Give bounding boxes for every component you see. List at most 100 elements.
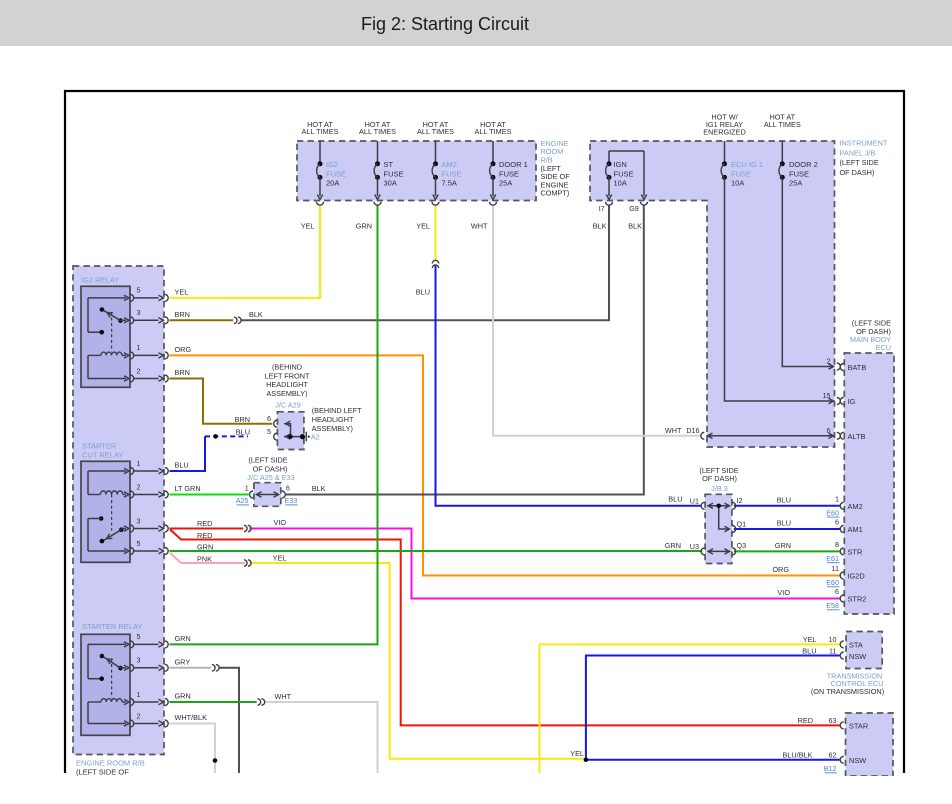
- svg-text:BLU: BLU: [802, 646, 816, 655]
- svg-text:STARTER RELAY: STARTER RELAY: [82, 622, 142, 631]
- svg-text:ALL TIMES: ALL TIMES: [417, 127, 454, 136]
- svg-text:5: 5: [137, 539, 141, 548]
- svg-text:LEFT FRONT: LEFT FRONT: [265, 371, 310, 380]
- svg-text:WHT/BLK: WHT/BLK: [175, 713, 208, 722]
- svg-text:GRN: GRN: [175, 692, 191, 701]
- svg-text:VIO: VIO: [274, 518, 287, 527]
- svg-text:5: 5: [137, 632, 141, 641]
- svg-text:63: 63: [829, 716, 837, 725]
- svg-text:OF DASH): OF DASH): [840, 168, 875, 177]
- svg-text:STA: STA: [849, 641, 863, 650]
- svg-text:1: 1: [835, 494, 839, 503]
- svg-text:10A: 10A: [731, 179, 744, 188]
- svg-text:62: 62: [829, 751, 837, 760]
- svg-text:BLU: BLU: [236, 428, 250, 437]
- svg-text:BLK: BLK: [628, 222, 642, 231]
- svg-text:ENGINE ROOM R/B: ENGINE ROOM R/B: [76, 759, 145, 768]
- svg-text:BLU: BLU: [175, 461, 189, 470]
- svg-text:I2: I2: [737, 496, 743, 505]
- svg-text:ALL TIMES: ALL TIMES: [475, 127, 512, 136]
- svg-text:6: 6: [835, 587, 839, 596]
- svg-text:GRN: GRN: [775, 541, 791, 550]
- svg-text:(LEFT SIDE OF: (LEFT SIDE OF: [76, 767, 129, 776]
- svg-text:PNK: PNK: [197, 554, 212, 563]
- svg-text:8: 8: [835, 540, 839, 549]
- svg-text:(ON TRANSMISSION): (ON TRANSMISSION): [811, 687, 884, 696]
- svg-text:BLK: BLK: [249, 310, 263, 319]
- svg-text:GRN: GRN: [356, 222, 372, 231]
- svg-text:STR2: STR2: [848, 595, 867, 604]
- svg-text:I7: I7: [599, 204, 605, 213]
- svg-text:2: 2: [827, 357, 831, 366]
- svg-text:10: 10: [829, 635, 837, 644]
- svg-text:IG2 RELAY: IG2 RELAY: [81, 276, 119, 285]
- svg-text:D16: D16: [686, 426, 699, 435]
- svg-text:7.5A: 7.5A: [442, 179, 457, 188]
- svg-text:BLU: BLU: [668, 495, 682, 504]
- svg-text:AM1: AM1: [848, 525, 863, 534]
- svg-text:Q3: Q3: [737, 541, 747, 550]
- svg-text:ECU: ECU: [876, 343, 891, 352]
- svg-text:IGN: IGN: [614, 160, 627, 169]
- svg-text:BRN: BRN: [175, 368, 190, 377]
- svg-text:G9: G9: [629, 204, 639, 213]
- svg-text:J/C A29: J/C A29: [275, 401, 301, 410]
- svg-text:COMPT): COMPT): [541, 189, 570, 198]
- svg-text:NSW: NSW: [849, 756, 866, 765]
- svg-text:GRY: GRY: [175, 657, 191, 666]
- svg-text:2: 2: [137, 711, 141, 720]
- svg-text:5: 5: [267, 427, 271, 436]
- svg-text:IG2D: IG2D: [848, 572, 865, 581]
- svg-text:WHT: WHT: [471, 222, 488, 231]
- svg-text:(LEFT SIDE: (LEFT SIDE: [248, 456, 287, 465]
- svg-text:RED: RED: [197, 519, 212, 528]
- svg-text:11: 11: [829, 646, 836, 655]
- svg-text:E60: E60: [826, 578, 839, 587]
- svg-text:3: 3: [137, 656, 141, 665]
- svg-text:6: 6: [827, 426, 831, 435]
- svg-text:IG: IG: [848, 397, 856, 406]
- svg-text:2: 2: [137, 366, 141, 375]
- svg-text:6: 6: [286, 484, 290, 493]
- svg-text:10A: 10A: [614, 179, 627, 188]
- svg-text:BRN: BRN: [235, 415, 250, 424]
- svg-text:E58: E58: [826, 601, 839, 610]
- svg-text:ST: ST: [384, 160, 394, 169]
- svg-text:15: 15: [823, 391, 831, 400]
- svg-text:FUSE: FUSE: [789, 170, 809, 179]
- svg-text:INSTRUMENT: INSTRUMENT: [840, 139, 888, 148]
- svg-text:(BEHIND LEFT: (BEHIND LEFT: [312, 406, 362, 415]
- svg-text:ENERGIZED: ENERGIZED: [703, 127, 746, 136]
- svg-text:A25: A25: [236, 496, 249, 505]
- svg-text:A2: A2: [311, 432, 320, 441]
- svg-text:AM2: AM2: [442, 160, 457, 169]
- svg-text:1: 1: [137, 343, 141, 352]
- svg-text:ORG: ORG: [175, 345, 192, 354]
- svg-text:25A: 25A: [499, 179, 512, 188]
- svg-text:BRN: BRN: [175, 310, 190, 319]
- svg-text:ALTB: ALTB: [848, 432, 866, 441]
- svg-text:ALL TIMES: ALL TIMES: [302, 127, 339, 136]
- svg-text:IG2: IG2: [326, 160, 338, 169]
- svg-text:ECU IG 1: ECU IG 1: [731, 160, 763, 169]
- svg-text:FUSE: FUSE: [731, 170, 751, 179]
- svg-text:2: 2: [137, 482, 141, 491]
- svg-text:DOOR 2: DOOR 2: [789, 160, 818, 169]
- svg-text:DOOR 1: DOOR 1: [499, 160, 528, 169]
- svg-text:J/B 3: J/B 3: [711, 484, 728, 493]
- svg-text:NSW: NSW: [849, 652, 866, 661]
- svg-text:ORG: ORG: [772, 565, 789, 574]
- svg-text:BLK: BLK: [593, 222, 607, 231]
- svg-text:BLU: BLU: [416, 287, 430, 296]
- svg-text:YEL: YEL: [175, 288, 189, 297]
- svg-text:E60: E60: [826, 508, 839, 517]
- svg-text:HEADLIGHT: HEADLIGHT: [312, 415, 354, 424]
- svg-text:BLU: BLU: [777, 495, 791, 504]
- svg-text:WHT: WHT: [665, 426, 682, 435]
- svg-text:RED: RED: [197, 531, 212, 540]
- svg-text:FUSE: FUSE: [326, 170, 346, 179]
- svg-text:3: 3: [137, 516, 141, 525]
- svg-text:WHT: WHT: [275, 692, 292, 701]
- svg-text:YEL: YEL: [301, 222, 315, 231]
- svg-text:ALL TIMES: ALL TIMES: [764, 120, 801, 129]
